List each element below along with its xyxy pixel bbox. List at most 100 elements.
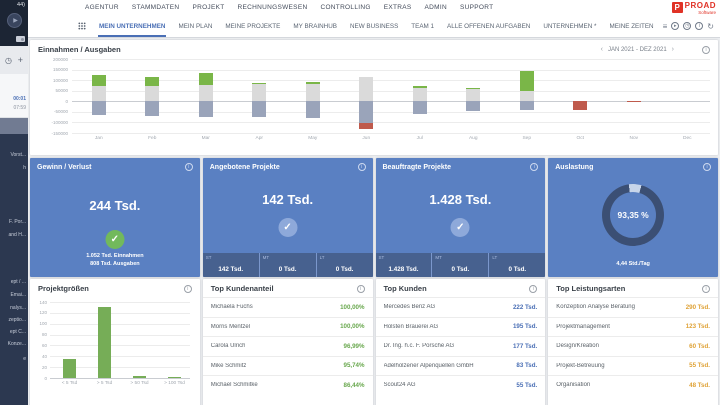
menu-item-support[interactable]: SUPPORT — [460, 4, 493, 11]
sidebar-selected-item[interactable] — [0, 118, 28, 134]
list-item[interactable]: Organisation48 Tsd. — [548, 375, 718, 395]
bar-ausgaben[interactable] — [359, 101, 373, 123]
sidebar-item[interactable]: nalys... — [10, 305, 26, 311]
bar-einnahmen-basis[interactable] — [413, 88, 427, 102]
kpi-card-auslastung[interactable]: Auslastung i 93,35 % 4,44 Std./Tag — [548, 158, 718, 277]
info-icon[interactable]: i — [357, 285, 365, 293]
list-item[interactable]: Mike Schmitz95,74% — [203, 356, 373, 376]
menu-item-agentur[interactable]: AGENTUR — [85, 4, 119, 11]
bar-verlust[interactable] — [573, 101, 587, 109]
info-icon[interactable]: i — [529, 285, 537, 293]
bar-einnahmen-basis[interactable] — [92, 86, 106, 102]
info-icon[interactable]: i — [184, 285, 192, 293]
sidebar-item[interactable]: Emai... — [10, 292, 26, 298]
refresh-icon[interactable]: ↻ — [707, 22, 714, 31]
apps-grid-icon[interactable] — [78, 22, 86, 30]
top-leistungsarten-card[interactable]: Top Leistungsarten i Konzeption Analyse … — [548, 279, 718, 405]
sidebar-item[interactable]: h — [23, 165, 26, 171]
bar--100-Tsd[interactable] — [168, 377, 181, 378]
sidebar-item[interactable]: zeptio... — [8, 317, 26, 323]
menu-item-extras[interactable]: EXTRAS — [384, 4, 412, 11]
bar-verlust[interactable] — [359, 123, 373, 129]
tab-meine-zeiten[interactable]: MEINE ZEITEN — [609, 15, 655, 37]
avatar[interactable]: ▶ — [7, 13, 22, 28]
bar-ausgaben[interactable] — [252, 101, 266, 117]
menu-item-controlling[interactable]: CONTROLLING — [320, 4, 370, 11]
list-item[interactable]: Scout24 AG55 Tsd. — [376, 375, 546, 395]
bar-einnahmen-basis[interactable] — [306, 84, 320, 102]
info-icon[interactable]: i — [702, 46, 710, 54]
bar-einnahmen-basis[interactable] — [199, 85, 213, 101]
info-icon[interactable]: i — [358, 163, 366, 171]
tab-new-business[interactable]: NEW BUSINESS — [349, 15, 399, 37]
sidebar-item[interactable]: ept / ... — [11, 279, 26, 285]
kpi-card-gewinn-verlust[interactable]: Gewinn / Verlust i 244 Tsd. ✓ 1.052 Tsd.… — [30, 158, 200, 277]
bar-einnahmen-zusatz[interactable] — [252, 83, 266, 84]
bar-ausgaben[interactable] — [145, 101, 159, 116]
bar--50-Tsd[interactable] — [133, 376, 146, 378]
add-icon[interactable]: + — [18, 55, 23, 65]
info-icon[interactable]: i — [185, 163, 193, 171]
play-circle-icon[interactable]: ▸ — [671, 22, 679, 30]
list-item[interactable]: Michael Schmitke86,44% — [203, 375, 373, 395]
tab-my-brainhub[interactable]: MY BRAINHUB — [292, 15, 338, 37]
info-icon[interactable]: i — [530, 163, 538, 171]
sidebar-item[interactable]: Konze... — [8, 341, 26, 347]
bar-ausgaben[interactable] — [92, 101, 106, 115]
list-item[interactable]: Holsten Brauerei AG195 Tsd. — [376, 317, 546, 337]
kpi-card-angebotene-projekte[interactable]: Angebotene Projekte i 142 Tsd. ✓ ST142 T… — [203, 158, 373, 277]
list-item[interactable]: Design/Kreation60 Tsd. — [548, 336, 718, 356]
tab-meine-projekte[interactable]: MEINE PROJEKTE — [224, 15, 281, 37]
info-icon[interactable]: i — [702, 285, 710, 293]
bar-einnahmen-zusatz[interactable] — [306, 82, 320, 83]
top-kunden-card[interactable]: Top Kunden i Mercedes Benz AG222 Tsd.Hol… — [376, 279, 546, 405]
sidebar-item[interactable]: and H... — [8, 232, 26, 238]
bar--5-Tsd[interactable] — [98, 307, 111, 378]
list-item[interactable]: Projektmanagement123 Tsd. — [548, 317, 718, 337]
menu-item-admin[interactable]: ADMIN — [425, 4, 447, 11]
list-item[interactable]: Projekt-Betreuung55 Tsd. — [548, 356, 718, 376]
info-icon[interactable]: i — [703, 163, 711, 171]
list-item[interactable]: Morris Mentzel100,00% — [203, 317, 373, 337]
bar-einnahmen-basis[interactable] — [145, 86, 159, 101]
bar-ausgaben[interactable] — [520, 101, 534, 110]
tab-unternehmen-[interactable]: UNTERNEHMEN * — [542, 15, 597, 37]
bar-einnahmen-zusatz[interactable] — [413, 86, 427, 88]
bar-einnahmen-zusatz[interactable] — [466, 88, 480, 89]
top-kundenanteil-card[interactable]: Top Kundenanteil i Michaela Fuchs100,00%… — [203, 279, 373, 405]
bar-einnahmen-basis[interactable] — [466, 89, 480, 101]
projektgroessen-card[interactable]: Projektgrößen i 140120100806040200< 5 Ts… — [30, 279, 200, 405]
list-item[interactable]: Konzeption Analyse Beratung290 Tsd. — [548, 297, 718, 317]
menu-item-rechnungswesen[interactable]: RECHNUNGSWESEN — [238, 4, 308, 11]
menu-item-projekt[interactable]: PROJEKT — [192, 4, 224, 11]
bar-einnahmen-basis[interactable] — [359, 77, 373, 101]
bar-einnahmen-zusatz[interactable] — [145, 77, 159, 87]
bar--5-Tsd[interactable] — [63, 359, 76, 378]
camera-icon[interactable] — [16, 36, 25, 42]
prev-period-arrow[interactable]: ‹ — [601, 46, 603, 53]
bar-einnahmen-zusatz[interactable] — [92, 75, 106, 85]
list-item[interactable]: Carola Ulrich96,99% — [203, 336, 373, 356]
info-circle-icon[interactable]: i — [695, 22, 703, 30]
bar-ausgaben[interactable] — [306, 101, 320, 117]
sidebar-item[interactable]: ept C... — [10, 329, 26, 335]
bar-einnahmen-basis[interactable] — [520, 91, 534, 101]
sidebar-item[interactable]: F. Por... — [9, 219, 26, 225]
next-period-arrow[interactable]: › — [672, 46, 674, 53]
bar-verlust[interactable] — [627, 101, 641, 102]
list-item[interactable]: Adelholzener Alpenquellen GmbH83 Tsd. — [376, 356, 546, 376]
tab-mein-plan[interactable]: MEIN PLAN — [177, 15, 213, 37]
bar-ausgaben[interactable] — [466, 101, 480, 111]
bar-einnahmen-basis[interactable] — [252, 84, 266, 101]
sidebar-item[interactable]: Vorst... — [10, 152, 26, 158]
bar-ausgaben[interactable] — [199, 101, 213, 116]
list-item[interactable]: Mercedes Benz AG222 Tsd. — [376, 297, 546, 317]
sidebar-item[interactable]: e — [23, 356, 26, 362]
bar-ausgaben[interactable] — [413, 101, 427, 114]
menu-item-stammdaten[interactable]: STAMMDATEN — [132, 4, 180, 11]
tab-team-1[interactable]: TEAM 1 — [410, 15, 435, 37]
bar-einnahmen-zusatz[interactable] — [199, 73, 213, 85]
hamburger-icon[interactable]: ≡ — [663, 22, 668, 31]
list-item[interactable]: Michaela Fuchs100,00% — [203, 297, 373, 317]
clock-icon[interactable]: ◷ — [5, 56, 12, 65]
